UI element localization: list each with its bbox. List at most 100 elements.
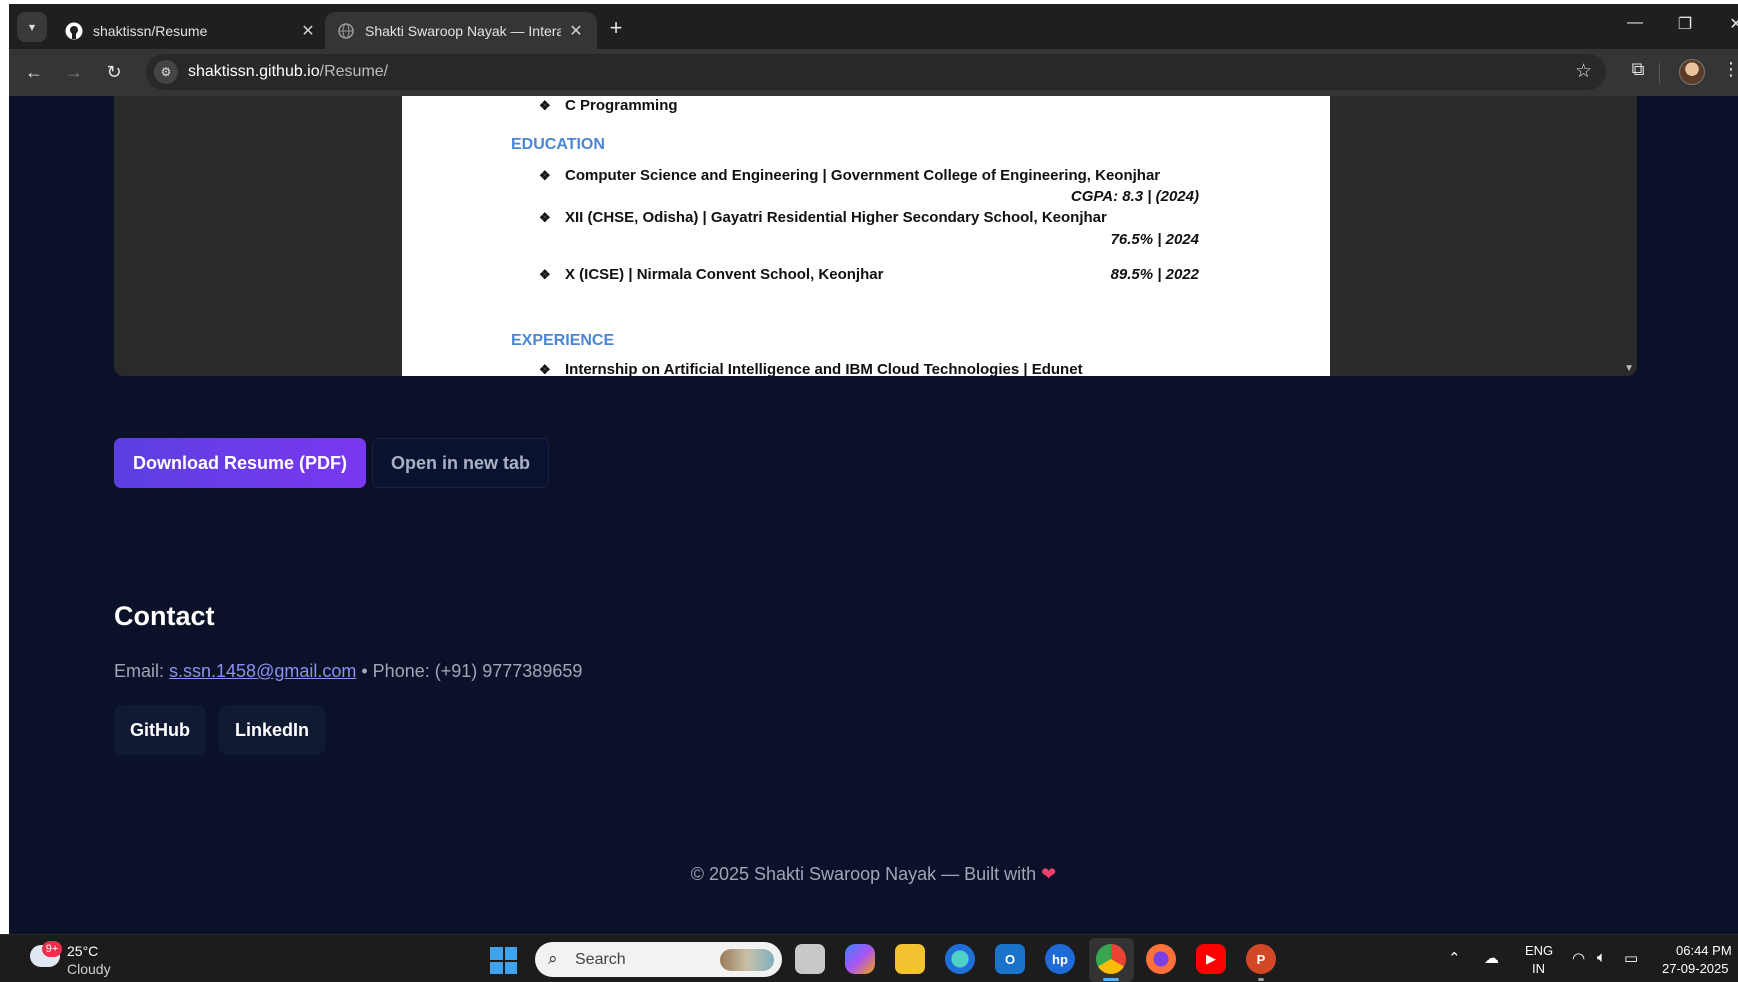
open-new-tab-button[interactable]: Open in new tab xyxy=(372,438,550,488)
reload-button[interactable]: ↻ xyxy=(101,59,127,85)
onedrive-cloud-icon[interactable]: ☁ xyxy=(1484,949,1499,967)
firefox-icon[interactable] xyxy=(1146,944,1176,974)
pdf-page: ❖ C Programming EDUCATION ❖ Computer Scien… xyxy=(402,96,1330,376)
windows-start-icon[interactable] xyxy=(490,947,517,974)
experience-text: Internship on Artificial Intelligence an… xyxy=(565,361,1083,376)
search-highlight-image xyxy=(720,949,774,971)
bookmark-star-icon[interactable]: ☆ xyxy=(1575,60,1592,83)
education-text: X (ICSE) | Nirmala Convent School, Keonj… xyxy=(565,266,884,283)
menu-kebab-icon[interactable]: ⋮ xyxy=(1718,59,1738,80)
taskbar-search[interactable]: ⌕ Search xyxy=(535,942,782,977)
education-item: ❖ XII (CHSE, Odisha) | Gayatri Residentia… xyxy=(539,209,1107,226)
clock-date[interactable]: 27-09-2025 xyxy=(1662,961,1729,976)
minimize-icon: — xyxy=(1627,14,1643,31)
weather-badge: 9+ xyxy=(42,941,62,957)
outlook-icon[interactable]: O xyxy=(995,944,1025,974)
tab-strip: ▾ shaktissn/Resume ✕ Shakti Swaroop Naya… xyxy=(9,4,1738,49)
pdf-scrollbar[interactable]: ▼ xyxy=(1621,96,1637,376)
weather-condition[interactable]: Cloudy xyxy=(67,961,111,977)
search-placeholder: Search xyxy=(575,951,626,968)
education-item: ❖ X (ICSE) | Nirmala Convent School, Keon… xyxy=(539,266,883,283)
education-text: XII (CHSE, Odisha) | Gayatri Residential… xyxy=(565,209,1107,226)
skill-item: ❖ C Programming xyxy=(539,97,678,114)
browser-window: ▾ shaktissn/Resume ✕ Shakti Swaroop Naya… xyxy=(9,4,1738,934)
forward-button[interactable]: → xyxy=(61,59,87,85)
back-button[interactable]: ← xyxy=(21,59,47,85)
chevron-down-icon: ▾ xyxy=(28,20,36,34)
bullet-diamond-icon: ❖ xyxy=(539,210,551,225)
clock-time[interactable]: 06:44 PM xyxy=(1676,943,1732,958)
email-link[interactable]: s.ssn.1458@gmail.com xyxy=(169,661,356,681)
tab-resume-site[interactable]: Shakti Swaroop Nayak — Intera ✕ xyxy=(325,12,597,49)
restore-icon: ❐ xyxy=(1677,16,1693,33)
experience-item: ❖ Internship on Artificial Intelligence a… xyxy=(539,361,1083,376)
weather-temperature[interactable]: 25°C xyxy=(67,943,98,959)
battery-icon[interactable]: ▭ xyxy=(1624,949,1638,967)
toolbar-divider xyxy=(1659,63,1660,83)
url-host: shaktissn.github.io xyxy=(188,63,320,80)
plus-icon: + xyxy=(609,15,623,40)
windows-taskbar: 9+ 25°C Cloudy ⌕ Search O hp ▶ P ⌃ ☁ ENG… xyxy=(0,934,1738,982)
resume-actions: Download Resume (PDF) Open in new tab xyxy=(114,438,550,488)
site-settings-icon[interactable]: ⚙ xyxy=(154,60,178,84)
volume-icon[interactable]: 🔈︎ xyxy=(1597,949,1606,966)
copilot-icon[interactable] xyxy=(845,944,875,974)
arrow-right-icon: → xyxy=(65,62,83,82)
extensions-icon[interactable]: ⧉ xyxy=(1625,59,1651,80)
bullet-diamond-icon: ❖ xyxy=(539,168,551,183)
close-icon: ✕ xyxy=(1729,16,1738,33)
education-detail: 76.5% | 2024 xyxy=(1110,231,1199,248)
chrome-icon[interactable] xyxy=(1096,944,1126,974)
experience-heading: EXPERIENCE xyxy=(511,332,615,349)
chrome-running-indicator xyxy=(1103,978,1119,981)
powerpoint-icon[interactable]: P xyxy=(1246,944,1276,974)
contact-heading: Contact xyxy=(114,601,215,631)
tab-title: shaktissn/Resume xyxy=(93,22,208,39)
contact-details: Email: s.ssn.1458@gmail.com • Phone: (+9… xyxy=(114,661,582,682)
youtube-icon[interactable]: ▶ xyxy=(1196,944,1226,974)
reload-icon: ↻ xyxy=(106,62,122,82)
new-tab-button[interactable]: + xyxy=(602,15,630,43)
bullet-diamond-icon: ❖ xyxy=(539,267,551,282)
input-language[interactable]: ENG xyxy=(1525,943,1553,958)
education-detail: CGPA: 8.3 | (2024) xyxy=(1070,188,1199,205)
input-region[interactable]: IN xyxy=(1532,961,1545,976)
file-explorer-icon[interactable] xyxy=(895,944,925,974)
restore-button[interactable]: ❐ xyxy=(1671,14,1699,34)
hp-icon[interactable]: hp xyxy=(1045,944,1075,974)
close-icon[interactable]: ✕ xyxy=(567,21,585,41)
arrow-left-icon: ← xyxy=(25,62,43,82)
phone-text: • Phone: (+91) 9777389659 xyxy=(356,661,583,681)
tab-github-resume[interactable]: shaktissn/Resume ✕ xyxy=(53,12,329,49)
bullet-diamond-icon: ❖ xyxy=(539,362,551,376)
edge-icon[interactable] xyxy=(945,944,975,974)
task-view-icon[interactable] xyxy=(795,944,825,974)
chevron-up-icon[interactable]: ⌃ xyxy=(1448,949,1461,967)
github-link-button[interactable]: GitHub xyxy=(114,705,206,755)
address-bar[interactable]: ⚙ shaktissn.github.io/Resume/ ☆ xyxy=(146,54,1606,90)
education-item: ❖ Computer Science and Engineering | Gove… xyxy=(539,167,1160,184)
profile-avatar[interactable] xyxy=(1679,59,1705,85)
heart-icon: ❤ xyxy=(1041,864,1057,884)
search-icon: ⌕ xyxy=(548,949,558,968)
resume-pdf-viewer[interactable]: ❖ C Programming EDUCATION ❖ Computer Scien… xyxy=(114,96,1637,376)
powerpoint-running-indicator xyxy=(1258,978,1264,981)
close-window-button[interactable]: ✕ xyxy=(1722,14,1738,34)
browser-toolbar: ← → ↻ ⚙ shaktissn.github.io/Resume/ ☆ ⧉ … xyxy=(9,49,1738,96)
page-footer: © 2025 Shakti Swaroop Nayak — Built with… xyxy=(9,864,1738,885)
globe-icon xyxy=(337,22,355,40)
linkedin-link-button[interactable]: LinkedIn xyxy=(219,705,326,755)
minimize-button[interactable]: — xyxy=(1621,14,1649,32)
social-links: GitHub LinkedIn xyxy=(114,705,326,755)
scroll-down-arrow-icon[interactable]: ▼ xyxy=(1624,363,1634,374)
email-label: Email: xyxy=(114,661,170,681)
wifi-icon[interactable]: ◠ xyxy=(1572,949,1585,967)
page-viewport: ❖ C Programming EDUCATION ❖ Computer Scien… xyxy=(9,96,1738,934)
tab-title: Shakti Swaroop Nayak — Intera xyxy=(365,22,561,39)
close-icon[interactable]: ✕ xyxy=(299,21,317,41)
download-resume-button[interactable]: Download Resume (PDF) xyxy=(114,438,367,488)
url-text[interactable]: shaktissn.github.io/Resume/ xyxy=(188,63,388,81)
education-text: Computer Science and Engineering | Gover… xyxy=(565,167,1161,184)
tab-search-button[interactable]: ▾ xyxy=(17,12,47,42)
url-path: /Resume/ xyxy=(319,63,389,80)
